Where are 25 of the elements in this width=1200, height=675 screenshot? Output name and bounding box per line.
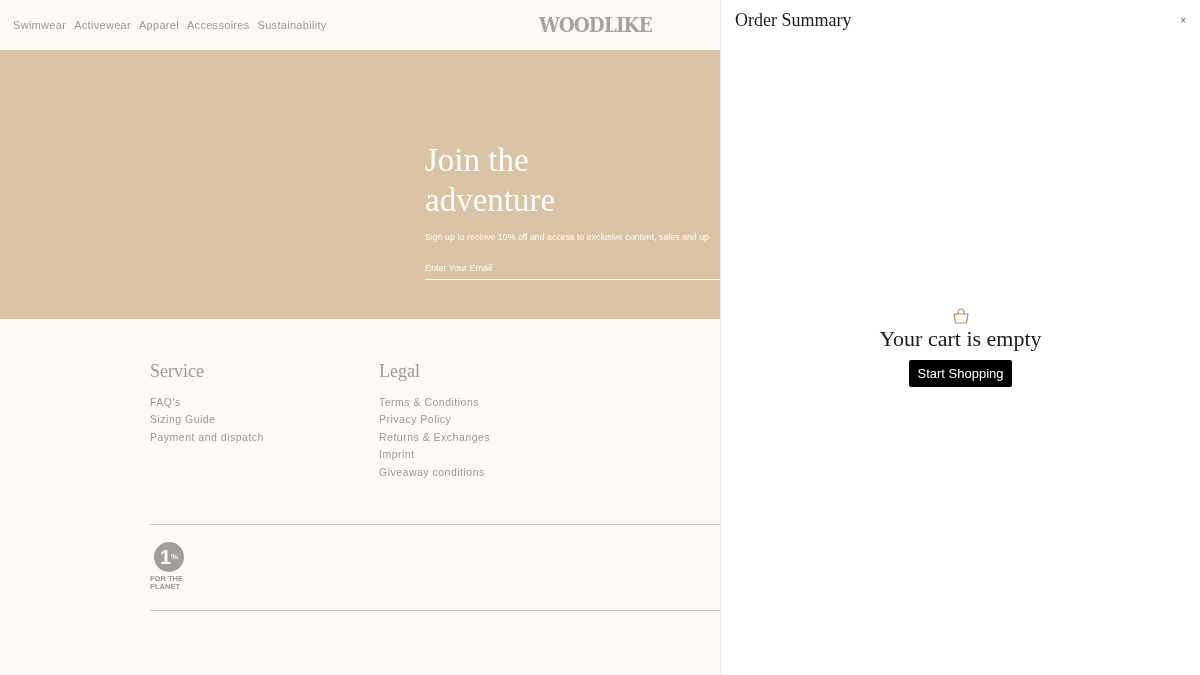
newsletter-text: Sign up to receive 10% off and access to exclusive content, sales and up — [425, 232, 710, 242]
empty-cart-message: Your cart is empty — [879, 326, 1042, 352]
footer-link[interactable]: Returns & Exchanges — [379, 428, 491, 447]
nav-link[interactable]: Swimwear — [13, 19, 67, 31]
newsletter-title: Join the adventure — [425, 141, 557, 220]
footer-link[interactable]: Terms & Conditions — [379, 394, 480, 412]
footer-link[interactable]: Imprint — [379, 446, 415, 464]
footer-heading: Legal — [379, 361, 420, 382]
footer-heading: Service — [150, 361, 204, 382]
email-field[interactable]: Enter Your Email — [425, 263, 720, 280]
nav-link[interactable]: Sustainability — [257, 19, 327, 31]
close-button[interactable]: × — [1178, 13, 1188, 28]
footer-link[interactable]: Giveaway conditions — [379, 463, 485, 482]
percent-badge: 1$^{%}$ — [154, 542, 184, 573]
brand-logo[interactable]: WOODLIKE — [539, 13, 653, 37]
footer-link[interactable]: Payment and dispatch — [150, 428, 264, 447]
drawer-title: Order Summary — [735, 10, 852, 31]
footer-link[interactable]: Sizing Guide — [150, 411, 216, 429]
basket-icon — [952, 308, 969, 324]
footer-link[interactable]: Privacy Policy — [379, 411, 452, 429]
nav-link[interactable]: Accessoires — [186, 19, 250, 31]
nav-link[interactable]: Activewear — [74, 19, 131, 31]
footer-link[interactable]: FAQ's — [150, 394, 181, 412]
nav-link[interactable]: Apparel — [138, 19, 179, 31]
start-shopping-button[interactable]: Start Shopping — [909, 360, 1012, 387]
